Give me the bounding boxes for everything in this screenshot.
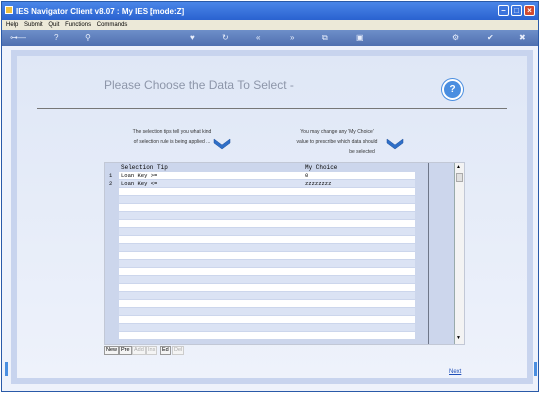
left-side-handle[interactable] [5,362,8,376]
add-button[interactable]: Add [132,346,146,355]
menu-bar: Help Submit Quit Functions Commands [2,20,538,30]
down-arrow-icon [213,138,231,150]
grid-row-background [119,292,415,299]
toolbar: ⊶— ? ⚲ ♥ ↻ « » ⧉ ▣ ⚙ ✔ ✖ [2,30,538,46]
help-circle-icon[interactable]: ? [442,79,463,100]
new-button[interactable]: New [104,346,120,355]
content-area: Please Choose the Data To Select - ? The… [11,50,533,384]
my-choice-note-line3: be selected [349,149,375,155]
menu-functions[interactable]: Functions [65,22,91,28]
column-header-selection-tip: Selection Tip [121,164,168,171]
minimize-icon[interactable]: – [498,5,509,16]
key-icon[interactable]: ⊶— [10,33,26,43]
row-number: 1 [109,172,113,179]
copy-icon[interactable]: ⧉ [322,33,328,43]
down-arrow-icon [386,138,404,150]
grid-row-background [119,316,415,323]
grid-row-background [119,244,415,251]
my-choice-cell[interactable]: 0 [305,172,308,179]
app-icon [5,6,13,14]
scroll-up-icon[interactable]: ▲ [456,164,461,170]
my-choice-note: You may change any 'My Choice' value to … [282,127,392,157]
grid-row-background [119,308,415,315]
last-page-icon[interactable]: » [290,33,294,43]
refresh-icon[interactable]: ↻ [222,33,229,43]
grid-row-background [119,252,415,259]
my-choice-cell[interactable]: zzzzzzzz [305,180,331,187]
grid-row-background [119,276,415,283]
selection-tip-cell: Loan Key >= [121,172,158,179]
menu-commands[interactable]: Commands [97,22,128,28]
menu-help[interactable]: Help [6,22,18,28]
grid-row-background [119,260,415,267]
edit-button[interactable]: Ed [160,346,171,355]
grid-scrollbar[interactable]: ▲ ▼ [454,163,464,344]
insert-button[interactable]: Ins [146,346,158,355]
grid-row-background [119,212,415,219]
maximize-icon[interactable]: □ [511,5,522,16]
window-mode: [mode:Z] [150,7,185,16]
first-page-icon[interactable]: « [256,33,260,43]
grid-row-background [119,284,415,291]
divider [37,108,507,109]
right-side-handle[interactable] [534,362,537,376]
window-title: IES Navigator Client v8.07 : My IES : [16,7,153,16]
cancel-icon[interactable]: ✖ [519,33,526,43]
grid-row-background [119,220,415,227]
page-title: Please Choose the Data To Select - [104,78,294,92]
menu-quit[interactable]: Quit [48,22,59,28]
grid-row-background [119,204,415,211]
grid-row-background [119,196,415,203]
close-icon[interactable]: × [524,5,535,16]
save-icon[interactable]: ▣ [356,33,364,43]
table-row[interactable]: 1 Loan Key >= 0 [109,172,415,179]
previous-button[interactable]: Pre [119,346,132,355]
grid-row-background [119,188,415,195]
favorite-heart-icon[interactable]: ♥ [190,33,195,43]
grid-row-background [119,332,415,339]
selection-grid: 1 Loan Key >= 0 2 Loan Key <= zzzzzzzz Select… [104,162,465,345]
grid-row-background [119,228,415,235]
grid-row-background [119,324,415,331]
check-icon[interactable]: ✔ [487,33,494,43]
scroll-thumb[interactable] [456,173,463,182]
scroll-down-icon[interactable]: ▼ [456,335,461,341]
grid-row-background [119,268,415,275]
title-bar: IES Navigator Client v8.07 : My IES : [m… [2,2,538,20]
selection-tip-note-line1: The selection tips tell you what kind [132,129,212,135]
app-window: IES Navigator Client v8.07 : My IES : [m… [1,1,539,392]
column-header-my-choice: My Choice [305,164,338,171]
settings-icon[interactable]: ⚙ [452,33,459,43]
selection-panel: Please Choose the Data To Select - ? The… [17,56,527,378]
selection-tip-cell: Loan Key <= [121,180,158,187]
delete-button[interactable]: Del [172,346,185,355]
row-number: 2 [109,180,113,187]
grid-row-background [119,300,415,307]
help-icon[interactable]: ? [54,33,58,43]
grid-divider [428,163,429,344]
search-icon[interactable]: ⚲ [85,33,91,43]
table-row[interactable]: 2 Loan Key <= zzzzzzzz [109,180,415,187]
grid-row-background [119,236,415,243]
my-choice-note-line1: You may change any 'My Choice' [300,129,374,135]
menu-submit[interactable]: Submit [24,22,43,28]
next-link[interactable]: Next [449,369,461,375]
my-choice-note-line2: value to prescribe which data should [296,139,378,145]
